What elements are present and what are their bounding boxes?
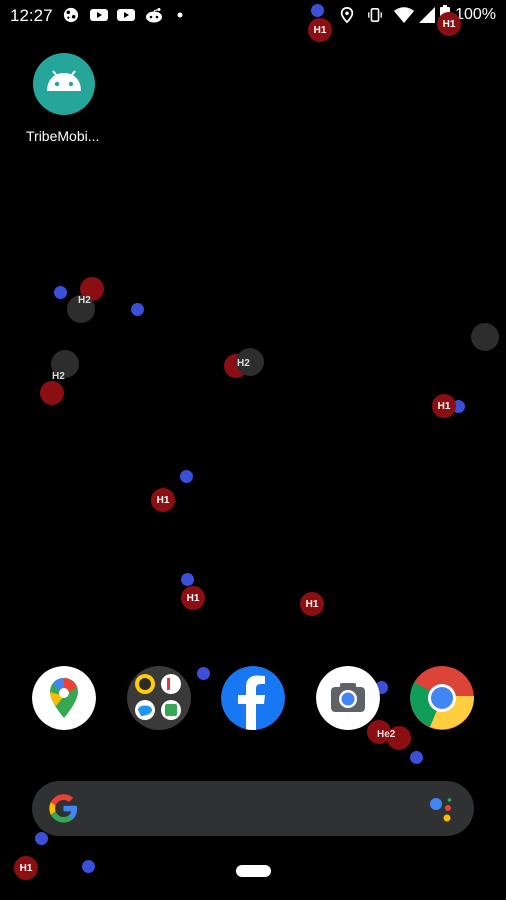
google-search-bar[interactable] [32,781,474,836]
app-label: TribeMobi... [26,128,100,144]
clock: 12:27 [10,6,53,25]
home-gesture-pill[interactable] [236,865,271,877]
vibrate-icon [368,7,382,23]
hydrogen-atom: H1 [432,394,456,418]
youtube-icon [117,9,135,21]
chrome-icon[interactable] [410,666,474,730]
reddit-icon [146,8,162,23]
h2-molecule [471,323,499,351]
camera-icon[interactable] [316,666,380,730]
electron-dot [197,667,210,680]
h2-label: H2 [78,295,91,306]
dot-icon [177,12,183,18]
signal-icon [419,7,435,23]
electron-dot [180,470,193,483]
h2-label: H2 [237,358,250,369]
hydrogen-atom: H1 [308,18,332,42]
folder-icon[interactable] [127,666,191,730]
electron-dot [410,751,423,764]
android-icon [33,53,95,115]
google-g-icon [49,794,78,823]
hydrogen-atom: H1 [181,586,205,610]
electron-dot [54,286,67,299]
facebook-icon[interactable] [221,666,285,730]
he2-label: He2 [377,729,396,740]
hydrogen-atom: H1 [300,592,324,616]
globe-icon [63,7,79,23]
electron-dot [181,573,194,586]
youtube-icon [90,9,108,21]
battery-percent: 100% [455,6,496,23]
hydrogen-atom: H1 [14,856,38,880]
electron-dot [82,860,95,873]
status-bar: 12:27 100% [0,0,506,32]
folder-apps-icon [135,674,181,720]
hydrogen-atom: H1 [151,488,175,512]
wifi-icon [394,7,414,23]
h2-label: H2 [52,371,65,382]
maps-icon[interactable] [32,666,96,730]
hydrogen-atom [40,381,64,405]
electron-dot [131,303,144,316]
electron-dot [311,4,324,17]
hydrogen-atom: H1 [437,12,461,36]
assistant-icon[interactable] [427,795,455,823]
electron-dot [35,832,48,845]
location-icon [340,7,354,23]
